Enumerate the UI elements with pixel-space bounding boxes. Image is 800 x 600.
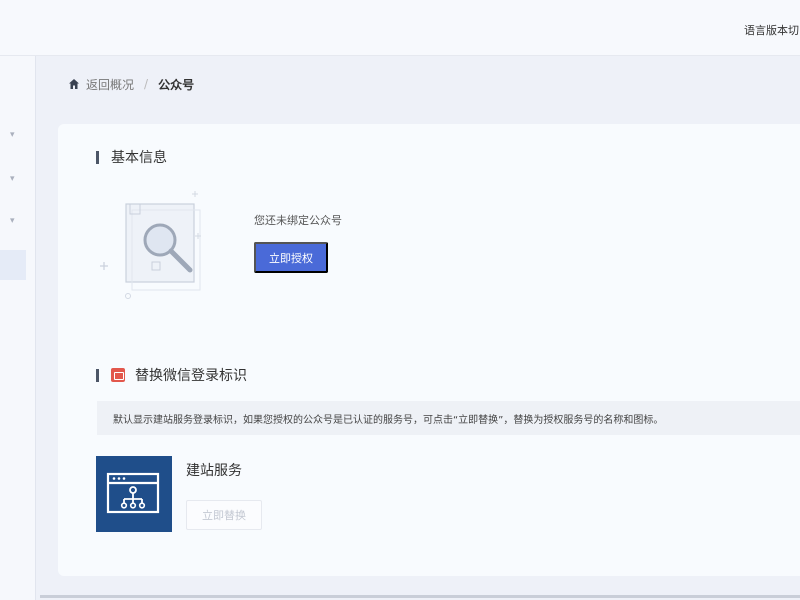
scrollbar-track[interactable] xyxy=(40,595,800,598)
chevron-down-icon[interactable]: ▾ xyxy=(10,216,15,226)
chevron-down-icon[interactable]: ▾ xyxy=(10,174,15,184)
breadcrumb-separator: / xyxy=(144,77,149,91)
unbound-status-text: 您还未绑定公众号 xyxy=(254,214,342,227)
sidebar-item-active[interactable] xyxy=(0,250,26,280)
replace-now-button[interactable]: 立即替换 xyxy=(186,500,262,530)
back-to-overview-link[interactable]: 返回概况 xyxy=(86,76,134,93)
top-bar: 语言版本切 xyxy=(0,0,800,56)
heading-bar xyxy=(96,368,99,382)
home-icon[interactable] xyxy=(68,78,80,90)
authorize-button[interactable]: 立即授权 xyxy=(254,242,328,273)
heading-bar xyxy=(96,150,99,164)
wechat-badge-icon xyxy=(111,368,125,382)
sidebar: ▾ ▾ ▾ xyxy=(0,56,36,600)
language-switch[interactable]: 语言版本切 xyxy=(744,22,800,38)
breadcrumb: 返回概况 / 公众号 xyxy=(68,74,194,94)
replace-logo-notice: 默认显示建站服务登录标识，如果您授权的公众号是已认证的服务号，可点击“立即替换”… xyxy=(97,401,800,435)
basic-info-heading: 基本信息 xyxy=(96,147,167,167)
basic-info-title: 基本信息 xyxy=(111,150,167,166)
login-logo-heading: 替换微信登录标识 xyxy=(96,365,247,385)
site-service-logo xyxy=(96,456,172,532)
chevron-down-icon[interactable]: ▾ xyxy=(10,130,15,140)
notice-text: 默认显示建站服务登录标识，如果您授权的公众号是已认证的服务号，可点击“立即替换”… xyxy=(113,414,664,426)
document-search-icon xyxy=(100,191,201,299)
service-name: 建站服务 xyxy=(186,463,242,479)
site-service-logo-icon xyxy=(106,472,160,514)
breadcrumb-current: 公众号 xyxy=(158,77,195,92)
login-logo-title: 替换微信登录标识 xyxy=(135,368,247,384)
